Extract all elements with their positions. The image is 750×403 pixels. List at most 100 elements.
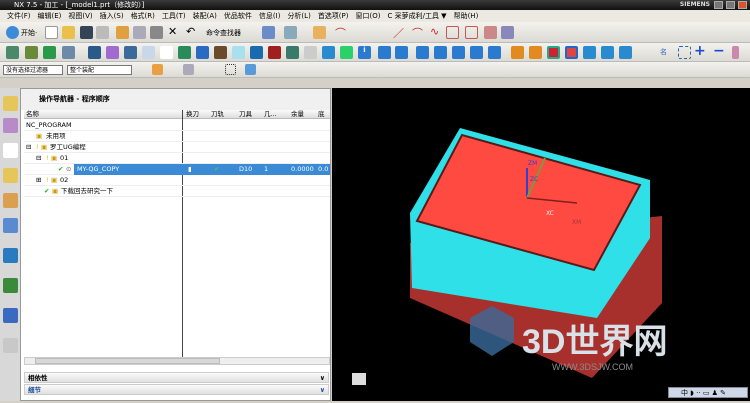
copy-icon[interactable] xyxy=(133,26,146,39)
ime-toolbar[interactable]: 中 ◗ ·· ▭ ♟ ✎ xyxy=(668,387,748,398)
create-geometry-icon[interactable] xyxy=(43,46,56,59)
sketch-icon[interactable] xyxy=(313,26,326,39)
method-view-icon[interactable] xyxy=(160,46,173,59)
scrollbar-thumb[interactable] xyxy=(35,358,220,364)
graphics-viewport[interactable]: ZM ZC XC XM 3D世界网 WWW.3DSJW.COM xyxy=(332,88,750,401)
menu-assembly[interactable]: 装配(A) xyxy=(193,12,217,20)
table-row[interactable]: ⊞! ▣ 02 xyxy=(24,175,330,186)
web-browser-tab[interactable] xyxy=(3,248,18,263)
transform-icon[interactable] xyxy=(395,46,408,59)
collapse-icon[interactable]: ⊟ xyxy=(26,142,31,153)
new-icon[interactable] xyxy=(45,26,58,39)
print-icon[interactable] xyxy=(96,26,109,39)
roles-tab[interactable] xyxy=(3,338,18,353)
postprocess-icon[interactable] xyxy=(268,46,281,59)
horizontal-scrollbar[interactable] xyxy=(24,357,330,365)
undo-icon[interactable]: ↶ xyxy=(186,25,195,38)
object-info-icon[interactable] xyxy=(378,46,391,59)
snap-icon[interactable] xyxy=(284,26,297,39)
face-icon[interactable] xyxy=(601,46,614,59)
table-row[interactable]: NC_PROGRAM xyxy=(24,120,330,131)
wire-icon[interactable] xyxy=(583,46,596,59)
menu-info[interactable]: 信息(I) xyxy=(259,12,281,20)
shade-icon[interactable] xyxy=(547,46,560,59)
expand-icon[interactable]: ⊞ xyxy=(36,175,41,186)
open-icon[interactable] xyxy=(62,26,75,39)
menu-window[interactable]: 窗口(O) xyxy=(356,12,381,20)
menu-analysis[interactable]: 分析(L) xyxy=(287,12,310,20)
dependencies-section[interactable]: 相依性 ∨ xyxy=(24,372,329,383)
feature-icon[interactable] xyxy=(416,46,429,59)
list-icon[interactable] xyxy=(214,46,227,59)
output-icon[interactable] xyxy=(286,46,299,59)
table-row[interactable]: ▣ 未用项 xyxy=(24,131,330,142)
edit-icon[interactable] xyxy=(488,46,501,59)
offset-curve-icon[interactable] xyxy=(465,26,478,39)
minus-icon[interactable]: − xyxy=(713,43,725,59)
col-floor[interactable]: 底 xyxy=(318,110,325,119)
machine-view-icon[interactable] xyxy=(124,46,137,59)
delete-icon[interactable]: ✕ xyxy=(168,25,177,38)
move-down-icon[interactable] xyxy=(529,46,542,59)
verify-icon[interactable] xyxy=(232,46,245,59)
box-icon[interactable] xyxy=(245,64,256,75)
col-stock[interactable]: 余量 xyxy=(291,110,304,119)
shop-doc-icon[interactable] xyxy=(304,46,317,59)
generate-icon[interactable] xyxy=(178,46,191,59)
history-tab[interactable] xyxy=(3,278,18,293)
attribute-icon[interactable] xyxy=(434,46,447,59)
scope-dropdown[interactable]: 整个装配 xyxy=(67,65,132,75)
minimize-button[interactable] xyxy=(714,1,723,9)
simulate-icon[interactable] xyxy=(250,46,263,59)
constraint-navigator-tab[interactable] xyxy=(3,118,18,133)
geometry-view-icon[interactable] xyxy=(142,46,155,59)
reuse-library-tab[interactable] xyxy=(3,218,18,233)
command-finder-button[interactable]: 命令查找器 xyxy=(206,28,241,38)
program-order-icon[interactable] xyxy=(106,46,119,59)
cube-icon[interactable] xyxy=(322,46,335,59)
col-toolpath[interactable]: 刀轨 xyxy=(211,110,224,119)
name-icon[interactable]: 名 xyxy=(660,47,667,57)
spline-icon[interactable]: ∿ xyxy=(430,25,439,38)
part-navigator-tab[interactable] xyxy=(3,193,18,208)
paste-icon[interactable] xyxy=(150,26,163,39)
curve-icon[interactable]: ⌒ xyxy=(335,25,346,41)
col-name[interactable]: 名称 xyxy=(26,110,39,119)
table-row[interactable]: ⊟! ▣ 01 xyxy=(24,153,330,164)
project-icon[interactable] xyxy=(484,26,497,39)
col-geometry[interactable]: 几... xyxy=(264,110,277,119)
info-icon[interactable]: i xyxy=(358,46,371,59)
create-method-icon[interactable] xyxy=(62,46,75,59)
menu-format[interactable]: 格式(R) xyxy=(131,12,155,20)
layer-icon[interactable] xyxy=(452,46,465,59)
col-tool-change[interactable]: 换刀 xyxy=(186,110,199,119)
assembly-navigator-tab[interactable] xyxy=(3,96,18,111)
table-row[interactable]: ⊟! ▣ 罗工UG编程 xyxy=(24,142,330,153)
create-program-icon[interactable] xyxy=(6,46,19,59)
start-button[interactable]: 开始· xyxy=(21,28,37,38)
collapse-icon[interactable]: ⊟ xyxy=(36,153,41,164)
display-icon[interactable] xyxy=(340,46,353,59)
menu-view[interactable]: 视图(V) xyxy=(68,12,92,20)
machine-tool-tab[interactable] xyxy=(3,168,18,183)
create-tool-icon[interactable] xyxy=(25,46,38,59)
link-icon[interactable] xyxy=(262,26,275,39)
table-row-selected[interactable]: ✔ ⊙ MY-QG_COPY ▮ ✔ D10 1 0.0000 0.0 xyxy=(24,164,330,175)
clock-tab[interactable] xyxy=(3,308,18,323)
move-up-icon[interactable] xyxy=(511,46,524,59)
menu-insert[interactable]: 插入(S) xyxy=(100,12,124,20)
close-button[interactable] xyxy=(738,1,747,9)
plus-icon[interactable]: + xyxy=(694,43,706,59)
window-icon[interactable] xyxy=(619,46,632,59)
battery-icon[interactable] xyxy=(732,46,739,59)
col-tool[interactable]: 刀具 xyxy=(239,110,252,119)
rect-select-icon[interactable] xyxy=(225,64,236,75)
snap-point-icon[interactable] xyxy=(152,64,163,75)
extract-icon[interactable] xyxy=(501,26,514,39)
shape-icon[interactable] xyxy=(446,26,459,39)
select-icon[interactable] xyxy=(183,64,194,75)
menu-plugin[interactable]: 优品软件 xyxy=(224,12,252,20)
start-icon[interactable] xyxy=(6,26,19,39)
tree-icon[interactable] xyxy=(678,46,691,59)
selection-filter-dropdown[interactable]: 没有选择过滤器 xyxy=(3,65,63,75)
